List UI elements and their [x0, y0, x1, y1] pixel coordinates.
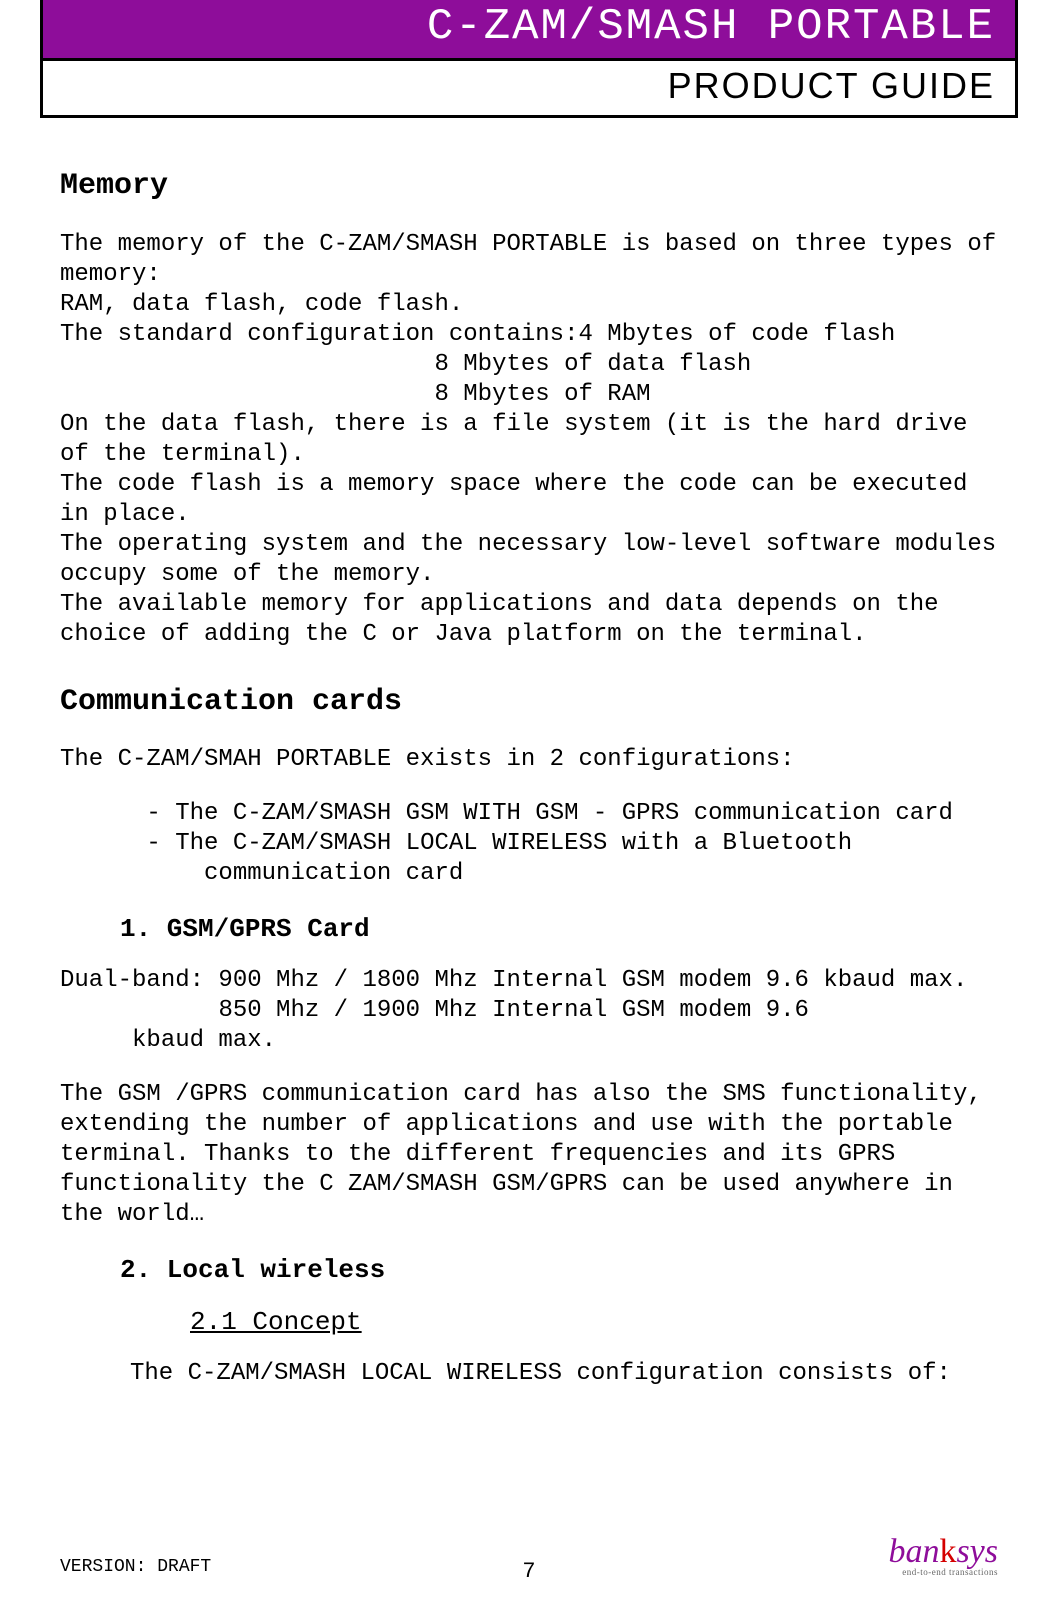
product-name-suffix: PORTABLE — [739, 2, 995, 52]
logo-text-post: sys — [956, 1533, 998, 1570]
page-content: Memory The memory of the C-ZAM/SMASH POR… — [40, 118, 1018, 1389]
section-heading-memory: Memory — [60, 168, 998, 206]
subsubsection-heading-concept: 2.1 Concept — [190, 1306, 998, 1339]
page-number: 7 — [522, 1559, 535, 1584]
subsection-heading-wireless: 2. Local wireless — [120, 1254, 998, 1287]
logo-text-k: k — [939, 1533, 956, 1570]
gsm-body-2: The GSM /GPRS communication card has als… — [60, 1080, 998, 1230]
wireless-body: The C-ZAM/SMASH LOCAL WIRELESS configura… — [60, 1359, 998, 1389]
document-page: C-ZAM/SMASH PORTABLE PRODUCT GUIDE Memor… — [0, 0, 1058, 1597]
header-banner: C-ZAM/SMASH PORTABLE — [40, 0, 1018, 61]
gsm-body-1: Dual-band: 900 Mhz / 1800 Mhz Internal G… — [60, 966, 998, 1056]
logo-tagline: end-to-end transactions — [888, 1567, 998, 1577]
version-label: VERSION: DRAFT — [60, 1557, 211, 1577]
memory-body: The memory of the C-ZAM/SMASH PORTABLE i… — [60, 230, 998, 650]
header-subtitle: PRODUCT GUIDE — [40, 61, 1018, 118]
comm-intro: The C-ZAM/SMAH PORTABLE exists in 2 conf… — [60, 745, 998, 775]
comm-bullets: - The C-ZAM/SMASH GSM WITH GSM - GPRS co… — [60, 799, 998, 889]
product-name-main: C-ZAM/SMASH — [427, 2, 739, 52]
logo-text-pre: ban — [888, 1533, 939, 1570]
subsection-heading-gsm: 1. GSM/GPRS Card — [120, 913, 998, 946]
section-heading-comm: Communication cards — [60, 684, 998, 722]
brand-logo: banksys end-to-end transactions — [888, 1533, 998, 1577]
